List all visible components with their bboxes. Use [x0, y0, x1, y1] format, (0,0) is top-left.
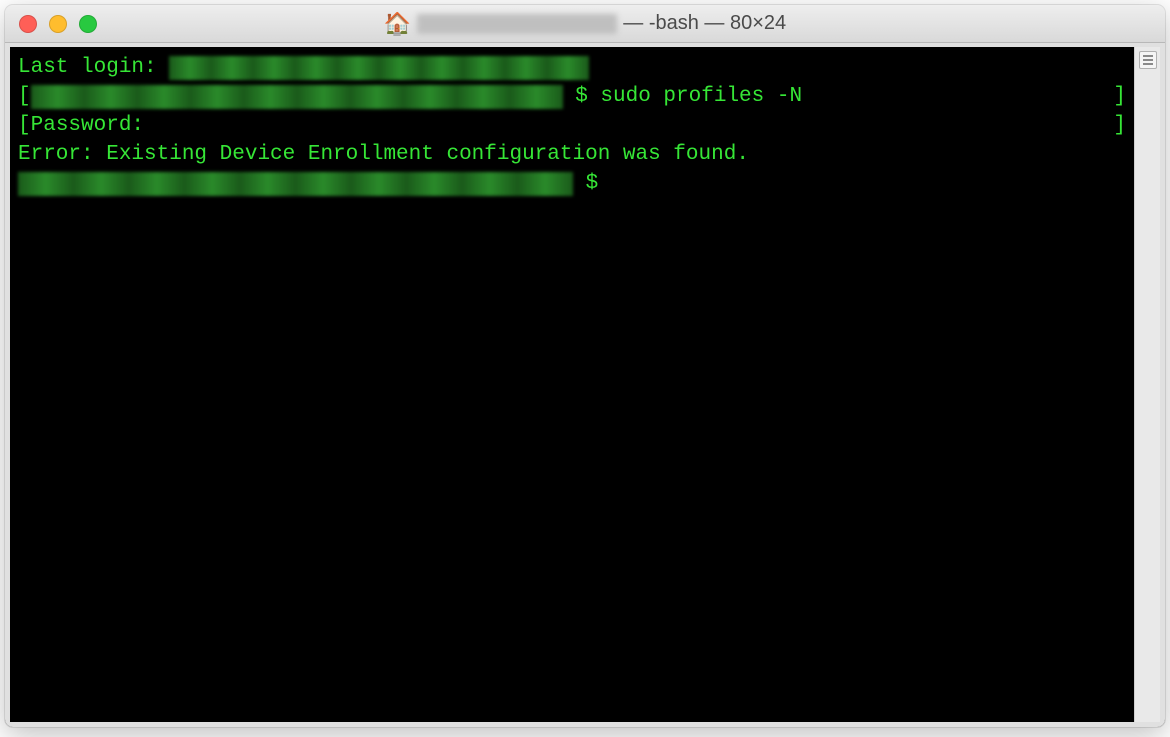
bracket-open-3: [: [18, 111, 31, 140]
terminal-line-3: [ Password: ]: [18, 111, 1126, 140]
redacted-hostname: [31, 85, 563, 109]
title-redacted: [417, 14, 617, 34]
window-title: 🏠 — -bash — 80×24: [5, 12, 1165, 35]
terminal-area: Last login: [ $ sudo profiles -N ] [ Pas…: [5, 43, 1165, 727]
redacted-login-info: [169, 56, 589, 80]
terminal-content[interactable]: Last login: [ $ sudo profiles -N ] [ Pas…: [10, 47, 1134, 722]
menu-icon[interactable]: [1139, 51, 1157, 69]
terminal-line-2: [ $ sudo profiles -N ]: [18, 82, 1126, 111]
bracket-close-3: ]: [1113, 111, 1126, 140]
command-text: sudo profiles -N: [600, 82, 802, 111]
traffic-lights: [5, 15, 97, 33]
bracket-close: ]: [1113, 82, 1126, 111]
last-login-label: Last login:: [18, 53, 169, 82]
scrollbar[interactable]: [1134, 47, 1160, 722]
close-button[interactable]: [19, 15, 37, 33]
window-titlebar[interactable]: 🏠 — -bash — 80×24: [5, 5, 1165, 43]
prompt-symbol: $: [563, 82, 601, 111]
title-suffix: — -bash — 80×24: [623, 12, 786, 35]
maximize-button[interactable]: [79, 15, 97, 33]
password-prompt: Password:: [31, 111, 144, 140]
home-icon: 🏠: [384, 13, 411, 35]
error-message: Error: Existing Device Enrollment config…: [18, 140, 749, 169]
prompt-symbol-2: $: [573, 169, 611, 198]
terminal-line-4: Error: Existing Device Enrollment config…: [18, 140, 1126, 169]
terminal-line-5: $: [18, 169, 1126, 198]
bracket-open: [: [18, 82, 31, 111]
terminal-window: 🏠 — -bash — 80×24 Last login: [ $ sudo p…: [5, 5, 1165, 727]
minimize-button[interactable]: [49, 15, 67, 33]
redacted-hostname-2: [18, 172, 573, 196]
terminal-line-1: Last login:: [18, 53, 1126, 82]
